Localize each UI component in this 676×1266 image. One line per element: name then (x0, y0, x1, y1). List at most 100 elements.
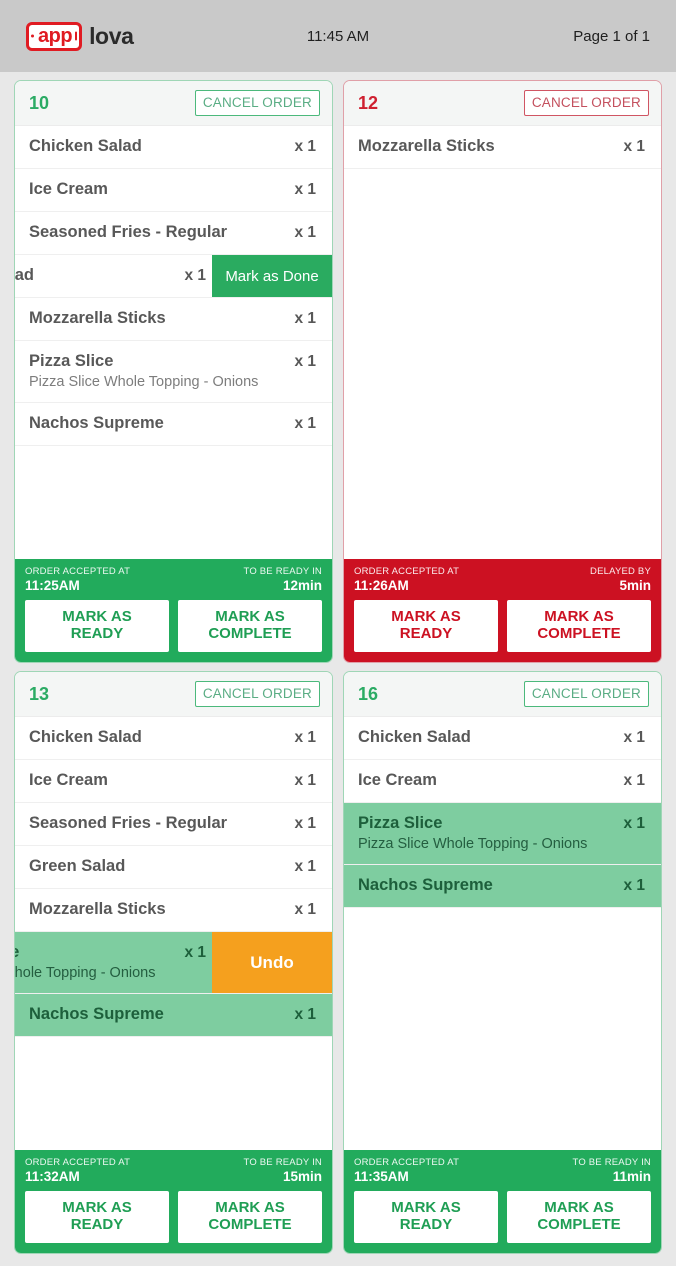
order-accepted-block: ORDER ACCEPTED AT 11:26AM (354, 566, 459, 593)
order-item-main: Seasoned Fries - Regular x 1 (29, 223, 318, 242)
order-item-row[interactable]: Green Salad x 1 (15, 846, 332, 889)
mark-as-ready-button[interactable]: MARK AS READY (25, 600, 169, 652)
order-items-list: Chicken Salad x 1 Ice Cream x 1 Seasoned Fri… (15, 126, 332, 560)
order-item-main: Nachos Supreme x 1 (29, 1005, 318, 1024)
mark-as-complete-button-line1: MARK AS (544, 608, 614, 626)
order-item-row[interactable]: Chicken Salad x 1 (344, 717, 661, 760)
order-item-name: Pizza Slice (358, 814, 443, 832)
logo-mark-text: app (38, 24, 73, 47)
order-item-row[interactable]: Pizza Slice x 1 Pizza Slice Whole Topping … (344, 803, 661, 865)
order-item-row[interactable]: Ice Cream x 1 (15, 760, 332, 803)
order-item-row[interactable]: alad x 1 Mark as Done (15, 255, 332, 298)
undo-item-button[interactable]: Undo (212, 932, 332, 993)
mark-as-ready-button-line2: READY (70, 625, 124, 643)
order-item-row[interactable]: Ice Cream x 1 (15, 169, 332, 212)
order-item-main: Chicken Salad x 1 (358, 728, 647, 747)
order-item-quantity: x 1 (623, 138, 645, 155)
mark-as-ready-button[interactable]: MARK AS READY (354, 1191, 498, 1243)
order-accepted-label: ORDER ACCEPTED AT (25, 1157, 131, 1169)
mark-as-complete-button[interactable]: MARK AS COMPLETE (507, 600, 651, 652)
mark-as-complete-button[interactable]: MARK AS COMPLETE (178, 1191, 322, 1243)
order-items-list: Mozzarella Sticks x 1 (344, 126, 661, 560)
order-card-footer: ORDER ACCEPTED AT 11:32AM TO BE READY IN 15… (15, 1150, 332, 1253)
order-item-quantity: x 1 (294, 181, 316, 198)
mark-as-ready-button-line1: MARK AS (62, 1199, 132, 1217)
order-item-row[interactable]: Nachos Supreme x 1 (15, 994, 332, 1037)
mark-as-complete-button-line1: MARK AS (215, 1199, 285, 1217)
order-number: 16 (358, 683, 379, 704)
top-bar: app lova 11:45 AM Page 1 of 1 (0, 0, 676, 72)
mark-as-ready-button[interactable]: MARK AS READY (25, 1191, 169, 1243)
order-items-list: Chicken Salad x 1 Ice Cream x 1 Pizza Slice x… (344, 717, 661, 1151)
order-item-name: Nachos Supreme (29, 1005, 164, 1023)
mark-as-ready-button-line2: READY (399, 1216, 453, 1234)
mark-as-complete-button-line2: COMPLETE (537, 625, 621, 643)
cancel-order-button[interactable]: CANCEL ORDER (523, 681, 649, 707)
order-card: 13 CANCEL ORDER Chicken Salad x 1 Ice Cream x… (14, 671, 333, 1254)
order-item-row[interactable]: Chicken Salad x 1 (15, 126, 332, 169)
order-item-name: alad (15, 266, 35, 284)
order-item-row[interactable]: Nachos Supreme x 1 (15, 403, 332, 446)
mark-as-complete-button-line1: MARK AS (544, 1199, 614, 1217)
order-card: 12 CANCEL ORDER Mozzarella Sticks x 1 ORDER … (343, 80, 662, 663)
order-item-main: Ice Cream x 1 (358, 771, 647, 790)
order-item-row[interactable]: cex 1Whole Topping - OnionsUndo (15, 932, 332, 994)
mark-as-done-button[interactable]: Mark as Done (212, 255, 332, 297)
order-item-main: Ice Cream x 1 (29, 180, 318, 199)
cancel-order-button[interactable]: CANCEL ORDER (523, 90, 649, 116)
order-timer-value: 11min (612, 1169, 651, 1185)
mark-as-ready-button-line2: READY (399, 625, 453, 643)
order-item-main: Pizza Slice x 1 (358, 814, 647, 833)
mark-as-complete-button[interactable]: MARK AS COMPLETE (178, 600, 322, 652)
order-item-name: Seasoned Fries - Regular (29, 814, 228, 832)
order-item-name: Ice Cream (358, 771, 437, 789)
order-timer-label: TO BE READY IN (572, 1157, 651, 1169)
order-card-footer: ORDER ACCEPTED AT 11:35AM TO BE READY IN 11… (344, 1150, 661, 1253)
order-item-name: Chicken Salad (358, 728, 471, 746)
order-item-row[interactable]: Mozzarella Sticks x 1 (15, 889, 332, 932)
order-item-quantity: x 1 (623, 815, 645, 832)
cancel-order-button[interactable]: CANCEL ORDER (194, 681, 320, 707)
order-item-row[interactable]: Nachos Supreme x 1 (344, 865, 661, 908)
order-accepted-label: ORDER ACCEPTED AT (354, 1157, 460, 1169)
logo-badge-icon: app (26, 21, 83, 51)
mark-as-complete-button-line2: COMPLETE (208, 1216, 292, 1234)
order-accepted-time: 11:35AM (354, 1169, 409, 1185)
order-item-row[interactable]: Chicken Salad x 1 (15, 717, 332, 760)
order-item-name: Mozzarella Sticks (29, 900, 166, 918)
logo-word: lova (89, 22, 134, 49)
order-timer-block: TO BE READY IN 11min (573, 1157, 651, 1184)
order-item-main: Nachos Supreme x 1 (29, 414, 318, 433)
mark-as-complete-button-line2: COMPLETE (208, 625, 292, 643)
order-item-main: Green Salad x 1 (29, 857, 318, 876)
order-items-list: Chicken Salad x 1 Ice Cream x 1 Seasoned Fri… (15, 717, 332, 1151)
order-card: 10 CANCEL ORDER Chicken Salad x 1 Ice Cream x… (14, 80, 333, 663)
order-item-modifier: Pizza Slice Whole Topping - Onions (29, 374, 259, 390)
order-timer-block: DELAYED BY 5min (590, 566, 651, 593)
order-item-main: Mozzarella Sticks x 1 (358, 137, 647, 156)
mark-as-ready-button-line2: READY (70, 1216, 124, 1234)
order-item-modifier: Pizza Slice Whole Topping - Onions (358, 836, 588, 852)
order-item-row[interactable]: Pizza Slice x 1 Pizza Slice Whole Topping … (15, 341, 332, 403)
order-item-row[interactable]: Mozzarella Sticks x 1 (344, 126, 661, 169)
order-accepted-block: ORDER ACCEPTED AT 11:35AM (354, 1157, 459, 1184)
cancel-order-button[interactable]: CANCEL ORDER (194, 90, 320, 116)
order-timing-meta: ORDER ACCEPTED AT 11:35AM TO BE READY IN 11… (354, 1157, 651, 1184)
order-timer-label: TO BE READY IN (243, 566, 322, 578)
order-item-row[interactable]: Seasoned Fries - Regular x 1 (15, 212, 332, 255)
mark-as-complete-button[interactable]: MARK AS COMPLETE (507, 1191, 651, 1243)
page-indicator: Page 1 of 1 (573, 27, 650, 45)
order-item-quantity: x 1 (184, 267, 206, 284)
order-card-footer: ORDER ACCEPTED AT 11:26AM DELAYED BY 5min MA… (344, 559, 661, 662)
order-item-quantity: x 1 (294, 224, 316, 241)
order-item-main: Nachos Supreme x 1 (358, 876, 647, 895)
order-timer-value: 5min (619, 578, 651, 594)
mark-as-ready-button[interactable]: MARK AS READY (354, 600, 498, 652)
applova-logo: app lova (26, 21, 134, 51)
order-item-row[interactable]: Ice Cream x 1 (344, 760, 661, 803)
order-item-row[interactable]: Seasoned Fries - Regular x 1 (15, 803, 332, 846)
order-item-name: Ice Cream (29, 771, 108, 789)
order-item-main: Seasoned Fries - Regular x 1 (29, 814, 318, 833)
order-item-row[interactable]: Mozzarella Sticks x 1 (15, 298, 332, 341)
order-timer-block: TO BE READY IN 15min (244, 1157, 322, 1184)
